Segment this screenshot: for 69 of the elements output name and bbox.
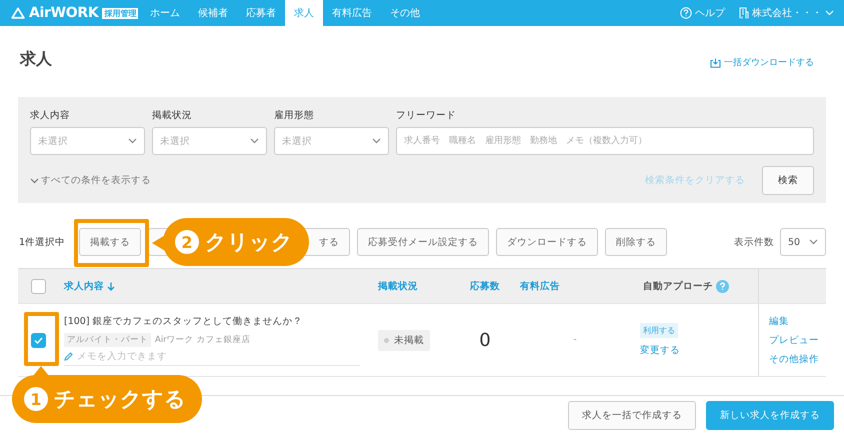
- column-header[interactable]: 掲載状況: [378, 280, 418, 292]
- action-link[interactable]: その他操作: [769, 352, 819, 366]
- checkbox[interactable]: [30, 332, 46, 348]
- action-link[interactable]: 編集: [769, 314, 789, 328]
- caret-icon: [809, 239, 818, 245]
- step-number: 2: [175, 230, 199, 254]
- toolbar-button[interactable]: 応募受付メール設定する: [357, 228, 490, 256]
- callout-text: クリック: [205, 229, 293, 256]
- nav-tab[interactable]: 応募者: [237, 0, 285, 26]
- help-icon: [716, 280, 729, 292]
- action-link[interactable]: プレビュー: [769, 334, 819, 346]
- caret-icon: [372, 138, 381, 144]
- check-icon: [34, 336, 42, 344]
- sort-arrow-icon: [107, 282, 115, 290]
- logo-icon: [11, 7, 25, 19]
- nav-tab[interactable]: 求人: [285, 0, 323, 26]
- nav-tab[interactable]: 有料広告: [323, 0, 381, 26]
- field-label: フリーワード: [396, 109, 457, 122]
- account-menu[interactable]: 株式会社・・・: [739, 6, 834, 20]
- field-label: 求人内容: [30, 109, 71, 122]
- selection-count: 1件選択中: [19, 236, 66, 248]
- step-number: 1: [24, 387, 48, 411]
- per-page-label: 表示件数: [734, 236, 774, 248]
- page-title: 求人: [20, 49, 52, 70]
- caret-icon: [250, 138, 259, 144]
- column-header[interactable]: 自動アプローチ: [643, 280, 729, 292]
- paid-ad-value: -: [573, 335, 577, 345]
- callout-text: チェックする: [54, 386, 186, 413]
- employment-tag: アルバイト・パート: [64, 332, 151, 346]
- checkbox[interactable]: [30, 278, 46, 294]
- logo-text: AirWORK: [29, 5, 98, 21]
- pencil-icon: [64, 352, 73, 360]
- bulk-create-button[interactable]: 求人を一括で作成する: [568, 401, 696, 430]
- caret-icon: [30, 178, 39, 184]
- column-header[interactable]: 有料広告: [520, 280, 560, 292]
- toolbar-button[interactable]: ダウンロードする: [496, 228, 598, 256]
- store-name: Airワーク カフェ銀座店: [155, 334, 250, 346]
- status-tag: 利用する: [640, 323, 678, 338]
- nav-tab[interactable]: ホーム: [141, 0, 189, 26]
- help-icon: [680, 7, 692, 19]
- clear-link[interactable]: 検索条件をクリアする: [645, 174, 745, 187]
- field-label: 掲載状況: [152, 109, 193, 122]
- job-title: [100] 銀座でカフェのスタッフとして働きませんか？: [64, 314, 303, 328]
- nav-tab[interactable]: 候補者: [189, 0, 237, 26]
- column-header[interactable]: 応募数: [470, 280, 500, 292]
- highlight-frame: [24, 312, 59, 366]
- show-all-link[interactable]: すべての条件を表示する: [30, 174, 151, 187]
- logo-badge: 採用管理: [102, 8, 138, 18]
- caret-icon: [128, 138, 137, 144]
- change-link[interactable]: 変更する: [640, 344, 680, 357]
- help-link[interactable]: ヘルプ: [680, 6, 725, 20]
- download-icon: [710, 58, 721, 68]
- building-icon: [739, 7, 749, 19]
- per-page-select[interactable]: 50: [780, 228, 826, 256]
- select-field[interactable]: 未選択: [152, 127, 267, 155]
- caret-icon: [825, 10, 834, 16]
- status-badge: 未掲載: [378, 330, 430, 350]
- download-link[interactable]: 一括ダウンロードする: [710, 56, 814, 69]
- search-field[interactable]: 求人番号 職種名 雇用形態 勤務地 メモ（複数入力可）: [396, 127, 814, 155]
- select-field[interactable]: 未選択: [274, 127, 389, 155]
- toolbar-button[interactable]: 削除する: [605, 228, 668, 256]
- column-header[interactable]: 求人内容: [64, 280, 115, 292]
- create-button[interactable]: 新しい求人を作成する: [706, 401, 834, 430]
- toolbar-button[interactable]: 掲載する: [79, 228, 142, 256]
- field-label: 雇用形態: [274, 109, 315, 122]
- select-field[interactable]: 未選択: [30, 127, 145, 155]
- search-button[interactable]: 検索: [762, 166, 814, 195]
- nav-tab[interactable]: その他: [381, 0, 429, 26]
- applicant-count: 0: [479, 330, 491, 350]
